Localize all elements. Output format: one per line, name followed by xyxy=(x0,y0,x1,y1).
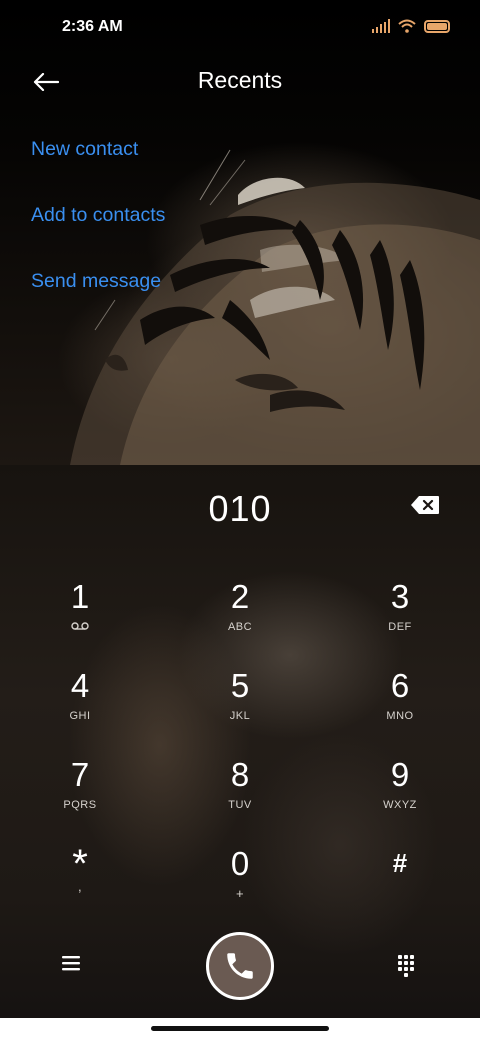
system-nav-bar xyxy=(0,1018,480,1040)
add-to-contacts-link[interactable]: Add to contacts xyxy=(31,204,165,227)
key-letters: PQRS xyxy=(63,799,97,811)
key-digit: 6 xyxy=(390,667,410,704)
status-bar: 2:36 AM xyxy=(0,0,480,56)
key-letters: DEF xyxy=(388,621,412,633)
key-7[interactable]: 7 PQRS xyxy=(20,756,140,836)
key-hash[interactable]: # xyxy=(340,845,460,925)
key-3[interactable]: 3 DEF xyxy=(340,578,460,658)
key-letters: ABC xyxy=(227,621,253,633)
hamburger-menu-icon xyxy=(62,956,80,971)
key-digit: 3 xyxy=(390,578,410,615)
key-0[interactable]: 0 + xyxy=(180,845,300,925)
page-title: Recents xyxy=(197,67,283,93)
key-6[interactable]: 6 MNO xyxy=(340,667,460,747)
wifi-icon xyxy=(398,19,416,33)
key-digit: 2 xyxy=(230,578,250,615)
status-time: 2:36 AM xyxy=(62,18,123,35)
key-digit: 4 xyxy=(70,667,90,704)
key-4[interactable]: 4 GHI xyxy=(20,667,140,747)
key-digit: # xyxy=(392,848,408,878)
key-8[interactable]: 8 TUV xyxy=(180,756,300,836)
dialpad-icon xyxy=(398,955,414,977)
send-message-link[interactable]: Send message xyxy=(31,270,161,293)
dialed-number: 010 xyxy=(208,488,272,529)
key-letters: TUV xyxy=(228,799,252,811)
voicemail-icon xyxy=(71,622,89,630)
key-digit: 1 xyxy=(70,578,90,615)
key-digit: 8 xyxy=(230,756,250,793)
new-contact-link[interactable]: New contact xyxy=(31,138,138,161)
key-2[interactable]: 2 ABC xyxy=(180,578,300,658)
key-digit: 5 xyxy=(230,667,250,704)
key-digit: 7 xyxy=(70,756,90,793)
key-letters: + xyxy=(235,886,245,901)
dialpad-toggle-button[interactable] xyxy=(396,953,418,979)
home-indicator[interactable] xyxy=(151,1026,329,1031)
backspace-icon xyxy=(411,496,439,514)
key-5[interactable]: 5 JKL xyxy=(180,667,300,747)
call-button[interactable] xyxy=(206,932,274,1000)
key-digit: * xyxy=(72,842,88,886)
battery-icon xyxy=(424,19,450,33)
key-letters: JKL xyxy=(229,710,251,722)
key-letters: GHI xyxy=(69,710,91,722)
key-star[interactable]: * , xyxy=(20,842,140,925)
key-letters: WXYZ xyxy=(383,799,417,811)
phone-icon xyxy=(227,953,253,979)
key-letters: MNO xyxy=(386,710,414,722)
status-icons xyxy=(372,19,450,33)
menu-button[interactable] xyxy=(60,953,86,977)
key-9[interactable]: 9 WXYZ xyxy=(340,756,460,836)
key-digit: 9 xyxy=(390,756,410,793)
dialer-screen: 2:36 AM Recents New contact Add to conta… xyxy=(0,0,480,1040)
key-1[interactable]: 1 xyxy=(20,578,140,658)
key-digit: 0 xyxy=(230,845,250,882)
key-letters: , xyxy=(77,879,83,894)
signal-icon xyxy=(372,19,390,33)
backspace-button[interactable] xyxy=(410,495,442,519)
